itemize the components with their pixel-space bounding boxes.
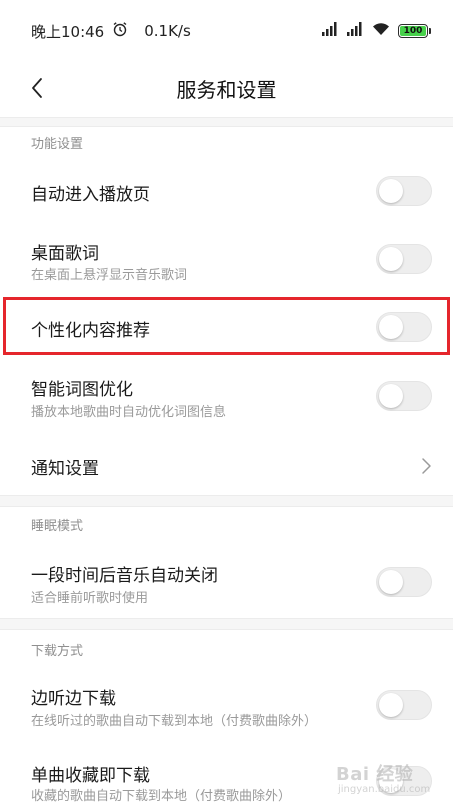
row-subtitle: 在线听过的歌曲自动下载到本地（付费歌曲除外） xyxy=(31,714,318,729)
setting-row-auto-close[interactable]: 一段时间后音乐自动关闭 适合睡前听歌时使用 xyxy=(0,548,453,616)
row-subtitle: 收藏的歌曲自动下载到本地（付费歌曲除外） xyxy=(31,789,292,803)
alarm-icon xyxy=(112,21,128,41)
status-right: 100 xyxy=(322,22,431,40)
toggle-knob xyxy=(379,693,403,717)
setting-row-listen-download[interactable]: 边听边下载 在线听过的歌曲自动下载到本地（付费歌曲除外） xyxy=(0,672,453,740)
page-title: 服务和设置 xyxy=(176,78,277,102)
row-title: 一段时间后音乐自动关闭 xyxy=(31,566,218,586)
setting-row-notification[interactable]: 通知设置 xyxy=(0,436,453,494)
setting-row-smart-lyrics[interactable]: 智能词图优化 播放本地歌曲时自动优化词图信息 xyxy=(0,362,453,430)
row-title: 边听边下载 xyxy=(31,689,116,709)
setting-row-auto-player[interactable]: 自动进入播放页 xyxy=(0,160,453,222)
row-subtitle: 适合睡前听歌时使用 xyxy=(31,591,149,606)
signal-icon xyxy=(322,22,339,40)
desktop-lyrics-toggle[interactable] xyxy=(376,244,432,274)
watermark-text: Bai 经验 xyxy=(336,764,414,785)
toggle-knob xyxy=(379,179,403,203)
battery-icon: 100 xyxy=(398,24,428,38)
highlight-box xyxy=(3,297,450,355)
watermark-sub: jingyan.baidu.com xyxy=(338,784,431,795)
wifi-icon xyxy=(372,22,390,40)
section-title-download: 下载方式 xyxy=(31,644,84,659)
battery-tip xyxy=(429,28,431,34)
smart-lyrics-toggle[interactable] xyxy=(376,381,432,411)
setting-row-desktop-lyrics[interactable]: 桌面歌词 在桌面上悬浮显示音乐歌词 xyxy=(0,226,453,292)
section-divider xyxy=(0,495,453,507)
section-divider xyxy=(0,618,453,630)
baidu-watermark: Bai 经验 jingyan.baidu.com xyxy=(336,754,450,800)
auto-close-toggle[interactable] xyxy=(376,567,432,597)
signal-icon-2 xyxy=(347,22,364,40)
chevron-right-icon xyxy=(422,458,431,474)
section-title-function: 功能设置 xyxy=(31,137,84,152)
row-subtitle: 在桌面上悬浮显示音乐歌词 xyxy=(31,268,188,283)
toggle-knob xyxy=(379,247,403,271)
toggle-knob xyxy=(379,384,403,408)
status-time: 晚上10:46 xyxy=(31,22,105,41)
row-title: 桌面歌词 xyxy=(31,244,99,264)
row-title: 通知设置 xyxy=(31,459,99,479)
header: 服务和设置 xyxy=(0,62,453,114)
row-subtitle: 播放本地歌曲时自动优化词图信息 xyxy=(31,405,227,420)
section-title-sleep: 睡眠模式 xyxy=(31,519,84,534)
auto-player-toggle[interactable] xyxy=(376,176,432,206)
settings-screen: 晚上10:46 0.1K/s 100 服务和设置 功能设置 自动进入播放页 桌面… xyxy=(0,0,453,803)
toggle-knob xyxy=(379,570,403,594)
section-divider xyxy=(0,117,453,127)
status-speed: 0.1K/s xyxy=(144,22,191,40)
status-left: 晚上10:46 0.1K/s xyxy=(31,21,191,42)
battery-text: 100 xyxy=(403,25,423,36)
listen-download-toggle[interactable] xyxy=(376,690,432,720)
row-title: 自动进入播放页 xyxy=(31,185,150,205)
row-title: 单曲收藏即下载 xyxy=(31,766,150,786)
status-bar: 晚上10:46 0.1K/s 100 xyxy=(0,0,453,62)
row-title: 智能词图优化 xyxy=(31,380,133,400)
